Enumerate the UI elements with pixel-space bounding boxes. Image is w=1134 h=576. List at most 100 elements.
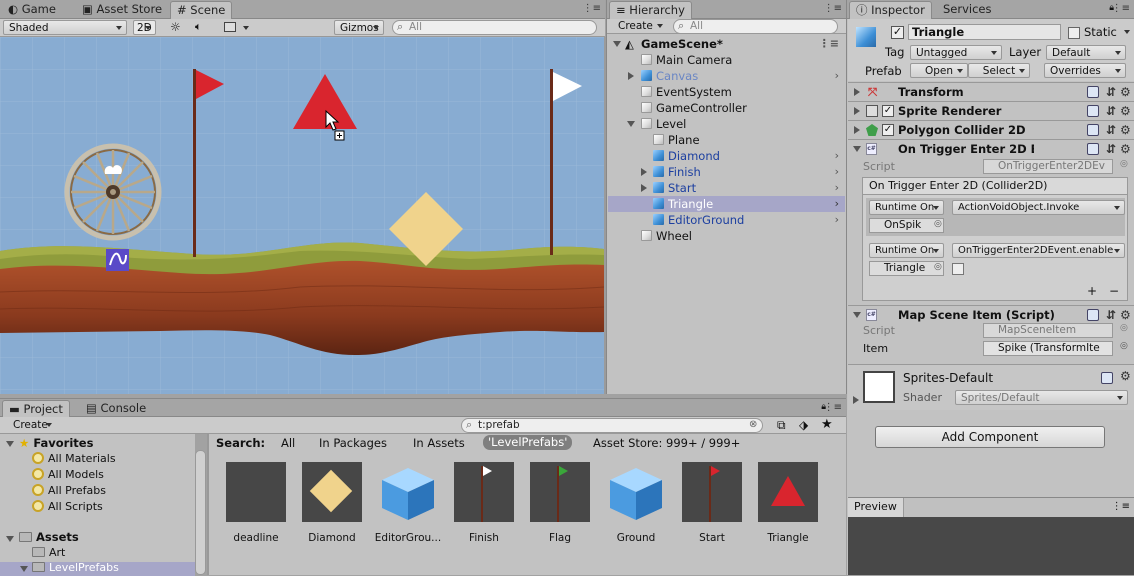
favorites-header[interactable]: ★ Favorites — [19, 436, 93, 450]
static-dropdown-icon[interactable] — [1124, 30, 1130, 34]
help-icon[interactable] — [1087, 143, 1099, 155]
event1-function-dropdown[interactable]: ActionVoidObject.Invoke — [952, 200, 1125, 215]
tag-dropdown[interactable]: Untagged — [910, 45, 1002, 60]
preview-header[interactable]: Preview ⋮≡ — [848, 497, 1134, 517]
polygon-collider-header[interactable]: ✓ Polygon Collider 2D ⇵ ⚙ — [848, 120, 1134, 139]
filter-all[interactable]: All — [281, 436, 295, 450]
asset-start[interactable]: Start — [681, 462, 743, 544]
effects-toggle-icon[interactable] — [224, 22, 236, 32]
shader-dropdown[interactable]: Sprites/Default — [955, 390, 1128, 405]
filter-in-packages[interactable]: In Packages — [319, 436, 387, 450]
collapse-arrow-icon[interactable] — [20, 566, 28, 572]
help-icon[interactable] — [1087, 105, 1099, 117]
object-name-input[interactable]: Triangle — [908, 24, 1061, 40]
presets-icon[interactable]: ⇵ — [1106, 140, 1116, 158]
hierarchy-item-start[interactable]: Start › — [608, 180, 845, 196]
hierarchy-search-input[interactable]: All — [673, 19, 838, 34]
prefab-overrides-dropdown[interactable]: Overrides — [1044, 63, 1126, 78]
layer-dropdown[interactable]: Default — [1046, 45, 1126, 60]
hierarchy-item-main-camera[interactable]: Main Camera — [608, 52, 845, 68]
gear-icon[interactable]: ⚙ — [1120, 306, 1131, 324]
folder-art[interactable]: Art — [32, 546, 65, 559]
asset-ground[interactable]: Ground — [605, 462, 667, 544]
hierarchy-item-canvas[interactable]: Canvas › — [608, 68, 845, 84]
add-component-button[interactable]: Add Component — [875, 426, 1105, 448]
on-trigger-header[interactable]: c# On Trigger Enter 2D Even ⇵ ⚙ — [848, 139, 1134, 158]
chevron-right-icon[interactable]: › — [835, 68, 839, 84]
gear-icon[interactable]: ⚙ — [1120, 121, 1131, 139]
favorite-star-icon[interactable]: ★ — [821, 417, 833, 432]
panel-menu-icon[interactable]: ⋮≡ — [824, 3, 842, 14]
favorite-item[interactable]: All Materials — [32, 452, 116, 465]
hierarchy-item-level[interactable]: Level — [608, 116, 845, 132]
event2-function-dropdown[interactable]: OnTriggerEnter2DEvent.enable — [952, 243, 1125, 258]
hierarchy-create-dropdown[interactable]: Create — [613, 19, 667, 34]
audio-toggle-icon[interactable]: 🔈︎ — [195, 20, 202, 34]
hierarchy-item-gamecontroller[interactable]: GameController — [608, 100, 845, 116]
scene-viewport[interactable] — [0, 37, 604, 394]
static-checkbox[interactable] — [1068, 27, 1080, 39]
chevron-right-icon[interactable]: › — [835, 212, 839, 228]
tab-console[interactable]: ▤ Console — [80, 400, 152, 418]
panel-menu-icon[interactable]: ⋮≡ — [1112, 501, 1130, 512]
expand-arrow-icon[interactable] — [854, 126, 860, 134]
chevron-right-icon[interactable]: › — [835, 148, 839, 164]
shading-dropdown[interactable]: Shaded — [3, 20, 127, 35]
item-field[interactable]: Spike (TransformIte — [983, 341, 1113, 356]
panel-menu-icon[interactable]: ⋮≡ — [583, 3, 601, 14]
tab-inspector[interactable]: ⓘ Inspector — [849, 1, 932, 19]
hierarchy-item-diamond[interactable]: Diamond › — [608, 148, 845, 164]
scene-menu-icon[interactable]: ⋮≡ — [819, 36, 839, 52]
hierarchy-item-wheel[interactable]: Wheel — [608, 228, 845, 244]
asset-deadline[interactable]: deadline — [225, 462, 287, 544]
help-icon[interactable] — [1101, 372, 1113, 384]
asset-editorground[interactable]: EditorGrou... — [375, 462, 441, 544]
expand-arrow-icon[interactable] — [613, 41, 621, 47]
asset-triangle[interactable]: Triangle — [757, 462, 819, 544]
sidebar-scrollbar[interactable] — [195, 450, 206, 575]
scene-root-row[interactable]: ◭ GameScene* ⋮≡ — [608, 36, 845, 52]
gizmos-dropdown[interactable]: Gizmos — [334, 20, 384, 35]
expand-arrow-icon[interactable] — [854, 88, 860, 96]
object-picker-icon[interactable]: ◎ — [1120, 323, 1128, 333]
hierarchy-item-finish[interactable]: Finish › — [608, 164, 845, 180]
object-picker-icon[interactable]: ◎ — [1120, 341, 1128, 351]
object-picker-icon[interactable]: ◎ — [934, 219, 942, 229]
object-picker-icon[interactable]: ◎ — [1120, 159, 1128, 169]
expand-arrow-icon[interactable] — [641, 184, 647, 192]
hierarchy-item-plane[interactable]: Plane — [608, 132, 845, 148]
presets-icon[interactable]: ⇵ — [1106, 306, 1116, 324]
event-remove-button[interactable]: − — [1109, 284, 1119, 298]
hierarchy-item-eventsystem[interactable]: EventSystem — [608, 84, 845, 100]
favorite-item[interactable]: All Scripts — [32, 500, 103, 513]
expand-arrow-icon[interactable] — [641, 168, 647, 176]
presets-icon[interactable]: ⇵ — [1106, 83, 1116, 101]
enabled-checkbox[interactable]: ✓ — [882, 105, 894, 117]
search-by-label-icon[interactable]: ⬗ — [799, 418, 808, 432]
help-icon[interactable] — [1087, 309, 1099, 321]
chevron-right-icon[interactable]: › — [835, 180, 839, 196]
search-by-type-icon[interactable]: ⧉ — [777, 418, 786, 433]
tab-services[interactable]: Services — [937, 1, 998, 19]
gear-icon[interactable]: ⚙ — [1120, 102, 1131, 120]
object-picker-icon[interactable]: ◎ — [934, 262, 942, 272]
project-search-input[interactable]: t:prefab — [461, 418, 763, 433]
asset-diamond[interactable]: Diamond — [301, 462, 363, 544]
expand-arrow-icon[interactable] — [628, 72, 634, 80]
asset-flag[interactable]: Flag — [529, 462, 591, 544]
collapse-arrow-icon[interactable] — [6, 536, 14, 542]
expand-arrow-icon[interactable] — [853, 396, 859, 404]
collapse-arrow-icon[interactable] — [853, 146, 861, 152]
map-scene-item-header[interactable]: c# Map Scene Item (Script) ⇵ ⚙ — [848, 305, 1134, 324]
tab-asset-store[interactable]: ▣ Asset Store — [76, 1, 168, 19]
tab-game[interactable]: ◐ Game — [2, 1, 62, 19]
search-clear-icon[interactable]: ⊗ — [749, 419, 757, 430]
help-icon[interactable] — [1087, 86, 1099, 98]
tab-project[interactable]: ▬ Project — [2, 400, 70, 418]
help-icon[interactable] — [1087, 124, 1099, 136]
effects-dropdown-icon[interactable] — [243, 26, 249, 30]
chevron-right-icon[interactable]: › — [835, 196, 839, 212]
gear-icon[interactable]: ⚙ — [1120, 83, 1131, 101]
collapse-arrow-icon[interactable] — [6, 441, 14, 447]
tab-scene[interactable]: # Scene — [170, 1, 233, 19]
